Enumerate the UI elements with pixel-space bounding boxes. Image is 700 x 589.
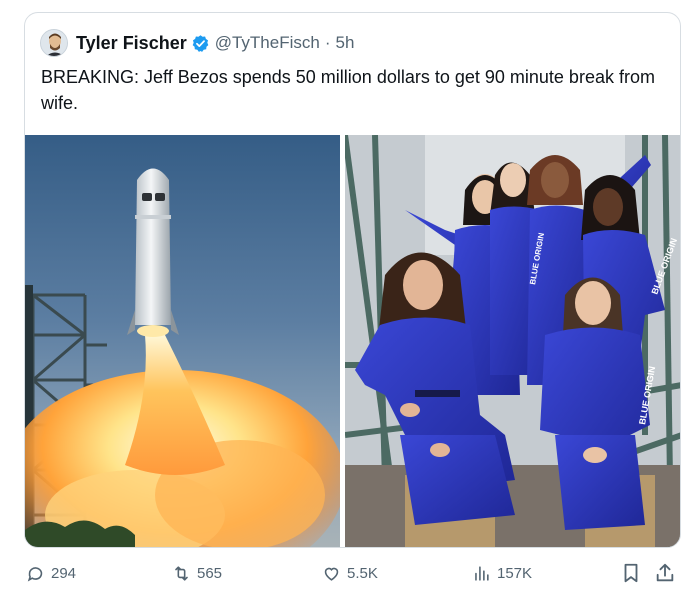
repost-icon [175, 565, 188, 581]
tweet-header: Tyler Fischer @TyTheFisch · 5h [40, 29, 355, 57]
tweet-text: BREAKING: Jeff Bezos spends 50 million d… [41, 67, 655, 113]
views-chart-icon [475, 565, 489, 581]
avatar[interactable] [40, 29, 68, 57]
like-count: 5.5K [347, 564, 378, 582]
repost-count: 565 [197, 564, 223, 582]
tweet-time[interactable]: 5h [336, 33, 355, 53]
verified-badge-icon [192, 34, 209, 52]
like-button[interactable]: 5.5K [322, 560, 378, 586]
reply-count: 294 [51, 564, 77, 582]
reply-icon [27, 566, 43, 581]
share-icon[interactable] [654, 562, 676, 584]
rocket [127, 168, 179, 337]
views-button[interactable]: 157K [472, 560, 532, 586]
rocket-launch-image[interactable] [25, 135, 340, 547]
tweet-card[interactable]: Tyler Fischer @TyTheFisch · 5h BREAKING:… [24, 12, 681, 548]
heart-icon [324, 567, 339, 581]
crew-group-image[interactable]: BLUE ORIGIN BLUE ORIGIN BLUE ORIGIN [345, 135, 680, 547]
tweet-actions: 294 565 5.5K 157K [0, 560, 700, 588]
author-handle[interactable]: @TyTheFisch [215, 33, 320, 53]
view-count: 157K [497, 564, 533, 582]
repost-button[interactable]: 565 [172, 560, 222, 586]
bookmark-icon[interactable] [620, 562, 642, 584]
author-name[interactable]: Tyler Fischer [76, 33, 187, 54]
tweet-media[interactable]: BLUE ORIGIN BLUE ORIGIN BLUE ORIGIN [25, 135, 680, 547]
separator-dot: · [324, 33, 331, 52]
reply-button[interactable]: 294 [26, 560, 76, 586]
